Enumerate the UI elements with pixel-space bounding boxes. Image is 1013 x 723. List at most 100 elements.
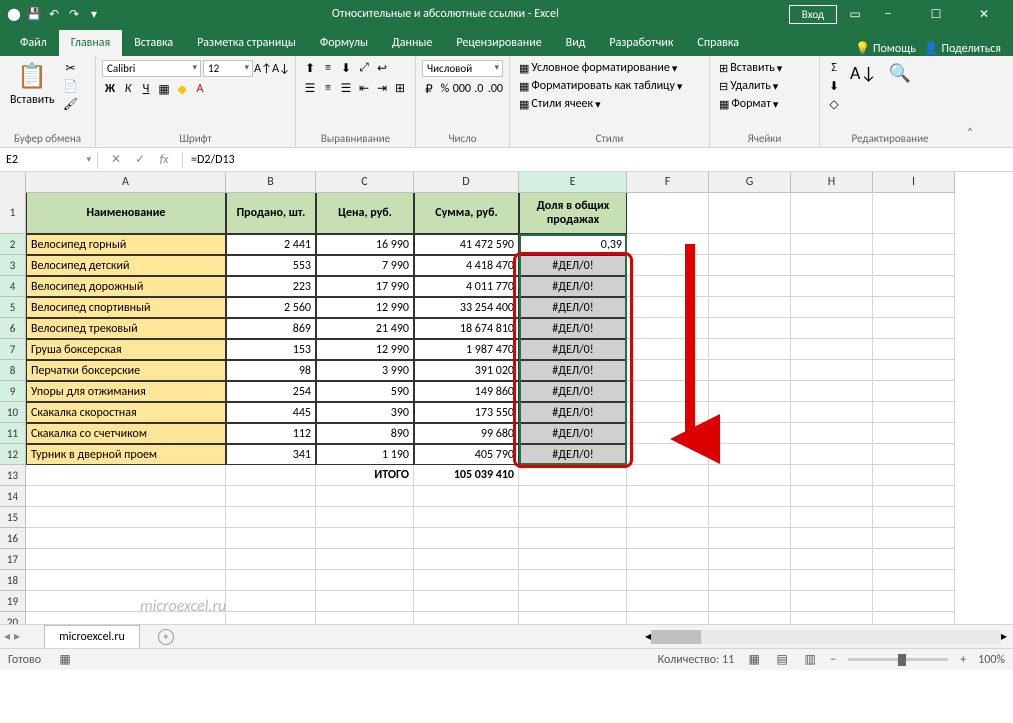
cell-I12[interactable] [873, 444, 955, 465]
align-right-icon[interactable]: ☰ [338, 80, 354, 96]
cell-B11[interactable]: 112 [226, 423, 316, 444]
cell-G18[interactable] [709, 570, 791, 591]
cell-A14[interactable] [26, 486, 226, 507]
cell-F19[interactable] [627, 591, 709, 612]
cell-A4[interactable]: Велосипед дорожный [26, 276, 226, 297]
cell-I5[interactable] [873, 297, 955, 318]
cell-F20[interactable] [627, 612, 709, 624]
cell-C5[interactable]: 12 990 [316, 297, 414, 318]
cell-E9[interactable]: #ДЕЛ/0! [519, 381, 627, 402]
cell-D2[interactable]: 41 472 590 [414, 234, 519, 255]
cell-I4[interactable] [873, 276, 955, 297]
copy-icon[interactable]: 📄 [63, 78, 79, 94]
cell-D13[interactable]: 105 039 410 [414, 465, 519, 486]
cell-B1[interactable]: Продано, шт. [226, 192, 316, 234]
cell-E15[interactable] [519, 507, 627, 528]
cell-H12[interactable] [791, 444, 873, 465]
increase-font-icon[interactable]: A↑ [255, 61, 271, 77]
cell-A3[interactable]: Велосипед детский [26, 255, 226, 276]
percent-icon[interactable]: % [438, 81, 452, 97]
row-header-6[interactable]: 6 [0, 318, 26, 339]
row-header-7[interactable]: 7 [0, 339, 26, 360]
cell-B3[interactable]: 553 [226, 255, 316, 276]
cell-B15[interactable] [226, 507, 316, 528]
increase-decimal-icon[interactable]: .0 [472, 81, 486, 97]
cell-D15[interactable] [414, 507, 519, 528]
cell-I15[interactable] [873, 507, 955, 528]
cell-H8[interactable] [791, 360, 873, 381]
cell-B9[interactable]: 254 [226, 381, 316, 402]
cell-H19[interactable] [791, 591, 873, 612]
cut-icon[interactable]: ✂ [63, 60, 79, 76]
cell-D1[interactable]: Сумма, руб. [414, 192, 519, 234]
zoom-slider[interactable] [848, 658, 948, 661]
col-header-D[interactable]: D [414, 172, 519, 192]
cell-H16[interactable] [791, 528, 873, 549]
cell-E10[interactable]: #ДЕЛ/0! [519, 402, 627, 423]
col-header-H[interactable]: H [791, 172, 873, 192]
tab-layout[interactable]: Разметка страницы [185, 30, 308, 56]
cell-G19[interactable] [709, 591, 791, 612]
cell-F16[interactable] [627, 528, 709, 549]
cell-D16[interactable] [414, 528, 519, 549]
cell-C19[interactable] [316, 591, 414, 612]
cell-A16[interactable] [26, 528, 226, 549]
view-pagebreak-icon[interactable]: ▥ [802, 652, 818, 668]
cell-B16[interactable] [226, 528, 316, 549]
cell-C6[interactable]: 21 490 [316, 318, 414, 339]
cell-C17[interactable] [316, 549, 414, 570]
maximize-button[interactable]: ☐ [913, 0, 959, 28]
cell-E17[interactable] [519, 549, 627, 570]
cell-G17[interactable] [709, 549, 791, 570]
cell-A10[interactable]: Скакалка скоростная [26, 402, 226, 423]
row-header-10[interactable]: 10 [0, 402, 26, 423]
cell-B4[interactable]: 223 [226, 276, 316, 297]
fill-icon[interactable]: ⬇ [826, 78, 842, 94]
zoom-out-icon[interactable]: − [830, 653, 836, 667]
cell-C2[interactable]: 16 990 [316, 234, 414, 255]
cell-C4[interactable]: 17 990 [316, 276, 414, 297]
row-header-3[interactable]: 3 [0, 255, 26, 276]
cell-G7[interactable] [709, 339, 791, 360]
currency-icon[interactable]: ₽ [422, 81, 436, 97]
cell-G5[interactable] [709, 297, 791, 318]
align-left-icon[interactable]: ☰ [302, 80, 318, 96]
format-as-table-button[interactable]: ▦ Форматировать как таблицу ▾ [516, 78, 703, 94]
add-sheet-button[interactable]: + [158, 629, 174, 645]
row-header-13[interactable]: 13 [0, 465, 26, 486]
cell-G13[interactable] [709, 465, 791, 486]
ribbon-display-icon[interactable]: ▭ [847, 6, 863, 22]
cell-C3[interactable]: 7 990 [316, 255, 414, 276]
cell-E20[interactable] [519, 612, 627, 624]
increase-indent-icon[interactable]: ⇥ [374, 80, 390, 96]
cell-A6[interactable]: Велосипед трековый [26, 318, 226, 339]
cell-B2[interactable]: 2 441 [226, 234, 316, 255]
cell-H6[interactable] [791, 318, 873, 339]
col-header-C[interactable]: C [316, 172, 414, 192]
cell-I6[interactable] [873, 318, 955, 339]
cell-G2[interactable] [709, 234, 791, 255]
cell-D8[interactable]: 391 020 [414, 360, 519, 381]
cell-I2[interactable] [873, 234, 955, 255]
qat-dropdown-icon[interactable]: ▾ [86, 6, 102, 22]
zoom-in-icon[interactable]: + [960, 653, 966, 667]
cell-B18[interactable] [226, 570, 316, 591]
cell-F17[interactable] [627, 549, 709, 570]
cell-F18[interactable] [627, 570, 709, 591]
cell-B17[interactable] [226, 549, 316, 570]
wrap-text-icon[interactable]: ↩ [374, 60, 390, 76]
cell-H4[interactable] [791, 276, 873, 297]
row-header-19[interactable]: 19 [0, 591, 26, 612]
cell-A1[interactable]: Наименование [26, 192, 226, 234]
cell-C15[interactable] [316, 507, 414, 528]
row-header-18[interactable]: 18 [0, 570, 26, 591]
cell-D11[interactable]: 99 680 [414, 423, 519, 444]
cell-E14[interactable] [519, 486, 627, 507]
cell-H10[interactable] [791, 402, 873, 423]
cell-D3[interactable]: 4 418 470 [414, 255, 519, 276]
cell-E19[interactable] [519, 591, 627, 612]
cell-G3[interactable] [709, 255, 791, 276]
paste-button[interactable]: 📋Вставить [6, 60, 59, 109]
cell-I19[interactable] [873, 591, 955, 612]
cell-F15[interactable] [627, 507, 709, 528]
